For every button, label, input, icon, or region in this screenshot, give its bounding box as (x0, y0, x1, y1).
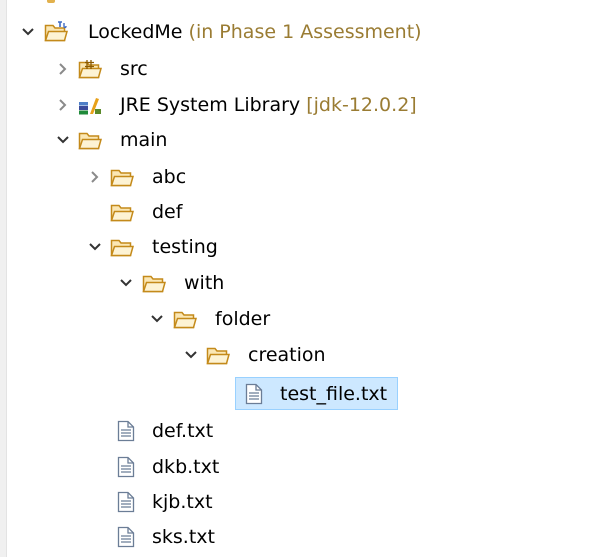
chevron-down-icon[interactable] (183, 347, 199, 363)
open-folder-icon (110, 236, 134, 258)
main-label: main (120, 129, 168, 151)
sks-txt-label: sks.txt (152, 526, 215, 548)
def-txt-label: def.txt (152, 420, 214, 442)
tree-row-src[interactable]: src (0, 52, 600, 86)
open-folder-icon (78, 129, 102, 151)
tree-row-main[interactable]: main (0, 123, 600, 157)
src-label: src (120, 58, 148, 80)
open-folder-icon (142, 272, 166, 294)
text-file-icon (242, 383, 266, 405)
jre-label: JRE System Library [jdk-12.0.2] (120, 90, 417, 120)
folder-label: folder (215, 308, 271, 330)
project-decoration: (in Phase 1 Assessment) (188, 21, 422, 43)
tree-row-folder[interactable]: folder (0, 302, 600, 336)
chevron-down-icon[interactable] (20, 24, 36, 40)
chevron-down-icon[interactable] (118, 275, 134, 291)
jre-decoration: [jdk-12.0.2] (306, 94, 417, 116)
tree-row-test-file[interactable]: test_file.txt (0, 377, 600, 411)
tree-row-def-txt[interactable]: def.txt (0, 414, 600, 448)
open-folder-icon (206, 344, 230, 366)
open-folder-icon (173, 308, 197, 330)
text-file-icon (114, 491, 138, 513)
creation-label: creation (248, 344, 326, 366)
test-file-label: test_file.txt (280, 383, 388, 405)
abc-label: abc (152, 166, 187, 188)
open-folder-icon (110, 201, 134, 223)
chevron-down-icon[interactable] (149, 311, 165, 327)
package-explorer-tree: LockedMe (in Phase 1 Assessment) src JRE… (0, 0, 600, 557)
text-file-icon (114, 526, 138, 548)
tree-row-jre-library[interactable]: JRE System Library [jdk-12.0.2] (0, 88, 600, 122)
with-label: with (184, 272, 225, 294)
project-label: LockedMe (in Phase 1 Assessment) (88, 17, 422, 47)
tree-row-creation[interactable]: creation (0, 338, 600, 372)
text-file-icon (114, 420, 138, 442)
def-label: def (152, 201, 183, 223)
testing-label: testing (152, 236, 218, 258)
library-books-icon (78, 94, 102, 116)
project-folder-icon (44, 21, 68, 43)
text-file-icon (114, 456, 138, 478)
kjb-txt-label: kjb.txt (152, 491, 213, 513)
open-folder-icon (110, 166, 134, 188)
project-name: LockedMe (88, 21, 183, 43)
tree-row-abc[interactable]: abc (0, 160, 600, 194)
tree-row-dkb-txt[interactable]: dkb.txt (0, 450, 600, 484)
tree-row-project[interactable]: LockedMe (in Phase 1 Assessment) (0, 15, 600, 49)
package-folder-icon (78, 58, 102, 80)
chevron-down-icon[interactable] (87, 239, 103, 255)
tree-row-sks-txt[interactable]: sks.txt (0, 520, 600, 554)
chevron-right-icon[interactable] (55, 61, 71, 77)
chevron-right-icon[interactable] (55, 97, 71, 113)
chevron-right-icon[interactable] (87, 169, 103, 185)
tree-row-kjb-txt[interactable]: kjb.txt (0, 485, 600, 519)
jre-name: JRE System Library (120, 94, 301, 116)
tree-row-def[interactable]: def (0, 195, 600, 229)
chevron-down-icon[interactable] (55, 132, 71, 148)
tree-row-testing[interactable]: testing (0, 230, 600, 264)
tree-row-with[interactable]: with (0, 266, 600, 300)
dkb-txt-label: dkb.txt (152, 456, 220, 478)
